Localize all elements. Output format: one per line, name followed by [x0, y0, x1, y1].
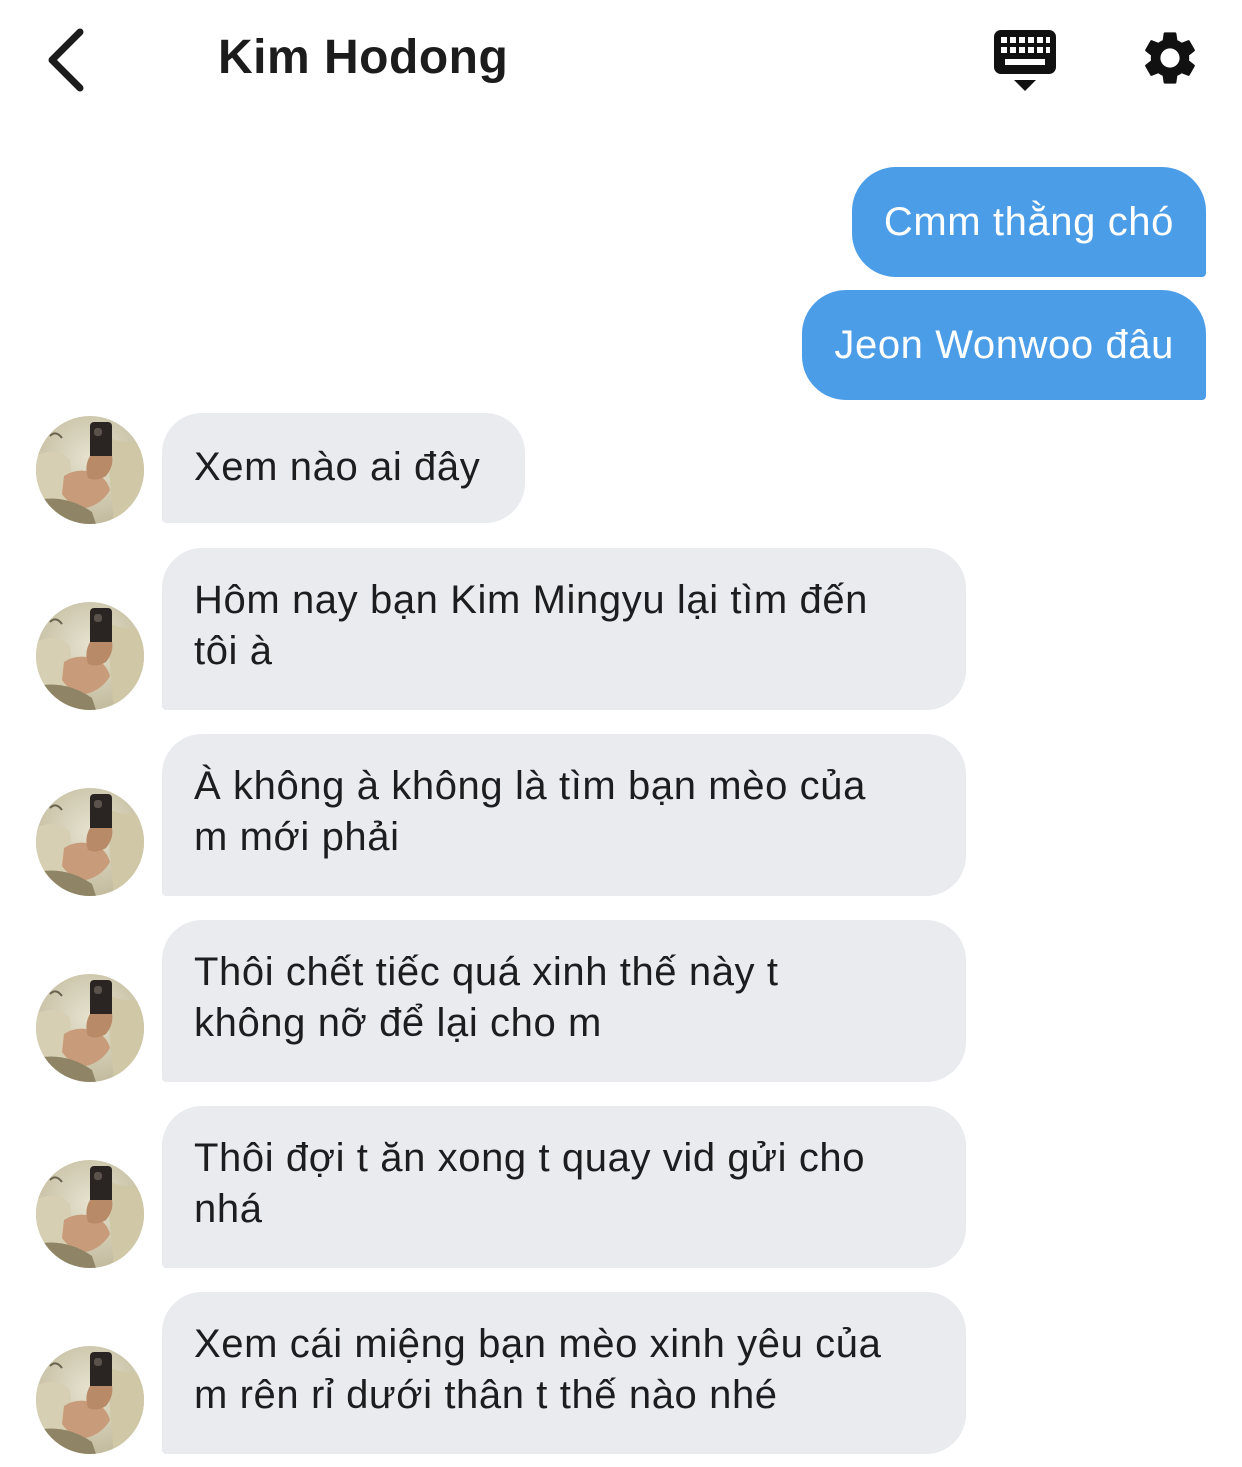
page-title: Kim Hodong [218, 31, 509, 84]
avatar-image [36, 1346, 144, 1454]
message-text: Cmm thằng chó [883, 199, 1174, 244]
chevron-left-icon [48, 28, 84, 92]
outgoing-message[interactable]: Jeon Wonwoo đâu [802, 290, 1206, 400]
incoming-message[interactable]: Xem cái miệng bạn mèo xinh yêu của m rên… [162, 1292, 966, 1454]
message-text-line: tôi à [194, 629, 273, 673]
avatar[interactable] [36, 416, 144, 524]
message-text-line: nhá [194, 1187, 263, 1231]
avatar[interactable] [36, 1160, 144, 1268]
avatar-image [36, 974, 144, 1082]
avatar-image [36, 1160, 144, 1268]
message-text: Jeon Wonwoo đâu [834, 322, 1174, 367]
incoming-message[interactable]: Thôi đợi t ăn xong t quay vid gửi cho nh… [162, 1106, 966, 1268]
incoming-message[interactable]: Hôm nay bạn Kim Mingyu lại tìm đến tôi à [162, 548, 966, 710]
chat-header: Kim Hodong [0, 0, 1242, 120]
message-text-line: không nỡ để lại cho m [194, 1001, 602, 1045]
avatar-image [36, 602, 144, 710]
keyboard-button[interactable] [992, 28, 1060, 96]
message-text-line: m mới phải [194, 815, 400, 859]
chat-screen: Kim Hodong Cmm thằng chó Jeon Wonwoo đâu [0, 0, 1242, 1467]
avatar[interactable] [36, 974, 144, 1082]
incoming-message[interactable]: À không à không là tìm bạn mèo của m mới… [162, 734, 966, 896]
avatar[interactable] [36, 602, 144, 710]
message-text-line: Xem cái miệng bạn mèo xinh yêu của [194, 1322, 882, 1366]
message-text: Xem nào ai đây [194, 445, 481, 489]
avatar[interactable] [36, 1346, 144, 1454]
message-text-line: Thôi đợi t ăn xong t quay vid gửi cho [194, 1136, 866, 1180]
outgoing-message[interactable]: Cmm thằng chó [851, 167, 1206, 277]
avatar[interactable] [36, 788, 144, 896]
keyboard-icon [994, 30, 1056, 91]
incoming-message[interactable]: Xem nào ai đây [162, 413, 525, 523]
message-text-line: m rên rỉ dưới thân t thế nào nhé [194, 1373, 778, 1417]
message-text-line: Hôm nay bạn Kim Mingyu lại tìm đến [194, 578, 869, 622]
avatar-image [36, 788, 144, 896]
back-button[interactable] [36, 22, 96, 98]
incoming-message[interactable]: Thôi chết tiếc quá xinh thế này t không … [162, 920, 966, 1082]
settings-button[interactable] [1138, 26, 1202, 90]
message-text-line: À không à không là tìm bạn mèo của [194, 764, 866, 808]
avatar-image [36, 416, 144, 524]
gear-icon [1145, 32, 1195, 84]
message-text-line: Thôi chết tiếc quá xinh thế này t [194, 950, 779, 994]
